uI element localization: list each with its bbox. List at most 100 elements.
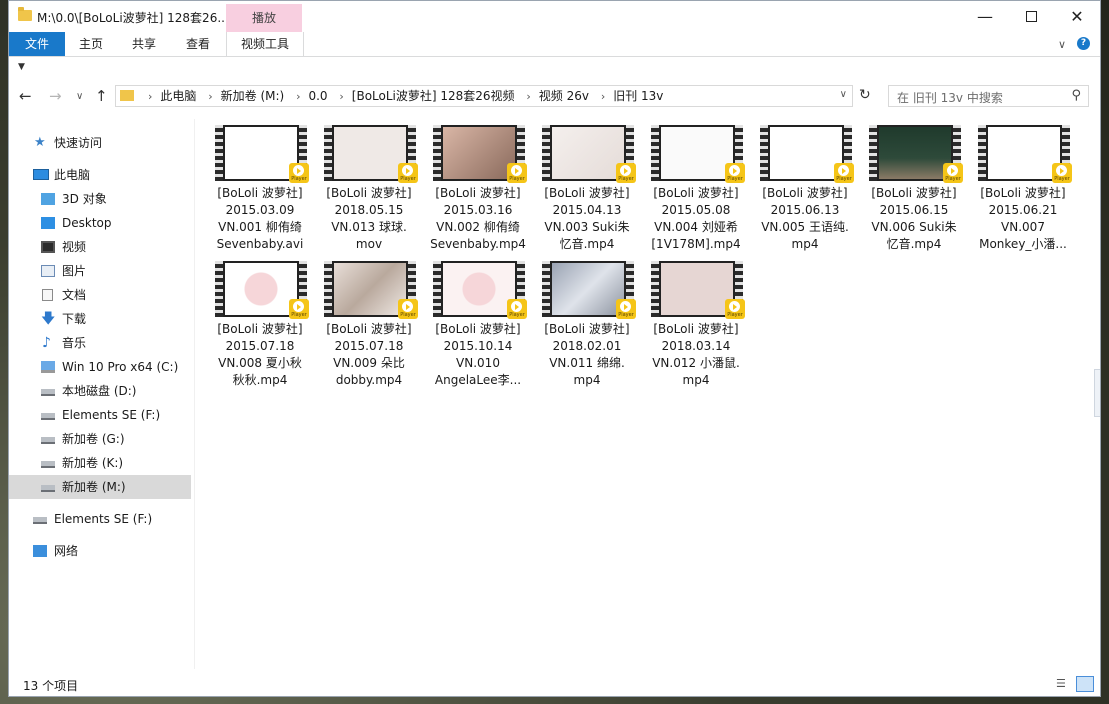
forward-arrow-icon[interactable]: → [49,87,62,105]
sidebar-item-desktop[interactable]: Desktop [9,211,191,235]
minimize-button[interactable]: — [962,1,1008,32]
file-item[interactable]: Player [BoLoli 波萝社] 2018.05.15 VN.013 球球. m… [317,119,421,251]
tab-view[interactable]: 查看 [173,32,223,56]
sidebar-item-documents[interactable]: 文档 [9,283,191,307]
address-dropdown-chevron-icon[interactable]: ∨ [840,89,847,100]
file-item[interactable]: Player [BoLoli 波萝社] 2015.03.16 VN.002 柳侑绮 S… [426,119,530,251]
chevron-right-icon[interactable]: › [208,90,212,103]
sidebar-item-label: 下载 [62,312,87,326]
breadcrumb-0-0[interactable]: 0.0 [308,89,327,103]
drive-icon [41,461,55,468]
maximize-icon [1025,11,1037,22]
folder-icon [18,7,32,21]
tab-share[interactable]: 共享 [119,32,169,56]
details-view-icon[interactable]: ☰ [1056,677,1070,691]
drive-icon [41,485,55,492]
sidebar-item-this-pc[interactable]: 此电脑 [9,163,191,187]
download-arrow-icon: 🡇 [41,311,56,327]
up-arrow-icon[interactable]: ↑ [95,87,108,105]
sidebar-item-label: 文档 [62,288,87,302]
collapse-preview-pane-button[interactable]: ‹ [1094,369,1100,417]
network-icon [33,545,47,557]
player-badge-icon: Player [1052,163,1072,183]
ribbon-tabs: 文件 主页 共享 查看 视频工具 ∨ ? [9,32,1100,57]
recent-locations-chevron-icon[interactable]: ∨ [76,91,83,102]
player-badge-icon: Player [834,163,854,183]
sidebar-item-label: 本地磁盘 (D:) [62,384,137,398]
chevron-right-icon[interactable]: › [601,90,605,103]
file-item[interactable]: Player [BoLoli 波萝社] 2015.05.08 VN.004 刘娅希[… [644,119,748,251]
maximize-button[interactable] [1008,1,1054,32]
refresh-icon[interactable]: ↻ [859,87,871,103]
breadcrumb-drive-m[interactable]: 新加卷 (M:) [221,89,285,103]
help-icon[interactable]: ? [1077,37,1090,50]
breadcrumb-bololi[interactable]: [BoLoLi波萝社] 128套26视频 [352,89,515,103]
sidebar-item-elements-se[interactable]: Elements SE (F:) [9,507,191,531]
tab-home[interactable]: 主页 [67,32,115,56]
sidebar-item-label: 3D 对象 [62,192,107,206]
sidebar-item-downloads[interactable]: 🡇 下载 [9,307,191,331]
player-badge-icon: Player [725,299,745,319]
breadcrumb-this-pc[interactable]: 此电脑 [160,89,196,103]
chevron-right-icon[interactable]: › [339,90,343,103]
sidebar-item-pictures[interactable]: 图片 [9,259,191,283]
search-icon[interactable]: ⚲ [1071,88,1081,103]
file-name: [BoLoli 波萝社] 2015.04.13 VN.003 Suki朱 忆音.mp4 [544,186,630,251]
drive-icon [41,413,55,420]
player-badge-icon: Player [507,299,527,319]
title-bar[interactable]: M:\0.0\[BoLoLi波萝社] 128套26... 播放 — ✕ [9,1,1100,32]
sidebar-item-drive-d[interactable]: 本地磁盘 (D:) [9,379,191,403]
large-icons-view-icon[interactable] [1076,676,1094,692]
drive-icon [41,389,55,396]
sidebar-item-drive-m[interactable]: 新加卷 (M:) [9,475,191,499]
file-item[interactable]: Player [BoLoli 波萝社] 2015.06.21 VN.007 Monke… [971,119,1075,251]
sidebar-item-videos[interactable]: 视频 [9,235,191,259]
windows-drive-icon [41,361,55,373]
search-input[interactable]: 在 旧刊 13v 中搜索 ⚲ [888,85,1089,107]
contextual-tab-play[interactable]: 播放 [226,4,302,32]
chevron-right-icon[interactable]: › [148,90,152,103]
address-bar[interactable]: › 此电脑 › 新加卷 (M:) › 0.0 › [BoLoLi波萝社] 128套26视… [115,85,853,107]
sidebar-item-label: 视频 [62,240,87,254]
sidebar-item-drive-c[interactable]: Win 10 Pro x64 (C:) [9,355,191,379]
search-placeholder: 在 旧刊 13v 中搜索 [897,91,1003,105]
sidebar-item-3d-objects[interactable]: 3D 对象 [9,187,191,211]
sidebar-item-music[interactable]: ♪ 音乐 [9,331,191,355]
expand-ribbon-chevron-icon[interactable]: ∨ [1058,38,1066,51]
address-row: ← → ∨ ↑ › 此电脑 › 新加卷 (M:) › 0.0 › [BoLoLi波萝社]… [9,81,1100,113]
sidebar-item-drive-g[interactable]: 新加卷 (G:) [9,427,191,451]
sidebar-item-label: 图片 [62,264,87,278]
file-item[interactable]: Player [BoLoli 波萝社] 2015.07.18 VN.008 夏小秋秋… [208,255,312,387]
sidebar-item-label: Win 10 Pro x64 (C:) [62,360,179,374]
file-item[interactable]: Player [BoLoli 波萝社] 2015.06.13 VN.005 王语纯.… [753,119,857,251]
sidebar-item-network[interactable]: 网络 [9,539,191,563]
player-badge-icon: Player [398,299,418,319]
file-name: [BoLoli 波萝社] 2018.02.01 VN.011 绵绵. mp4 [544,322,630,387]
file-item[interactable]: Player [BoLoli 波萝社] 2015.04.13 VN.003 Suki… [535,119,639,251]
sidebar-item-drive-k[interactable]: 新加卷 (K:) [9,451,191,475]
chevron-right-icon[interactable]: › [526,90,530,103]
picture-icon [41,265,55,277]
breadcrumb-video-26v[interactable]: 视频 26v [539,89,589,103]
back-arrow-icon[interactable]: ← [19,87,32,105]
breadcrumb-old-13v[interactable]: 旧刊 13v [613,89,663,103]
player-badge-icon: Player [616,299,636,319]
player-badge-icon: Player [398,163,418,183]
close-button[interactable]: ✕ [1054,1,1100,32]
sidebar-item-drive-f[interactable]: Elements SE (F:) [9,403,191,427]
file-item[interactable]: Player [BoLoli 波萝社] 2015.06.15 VN.006 Suki… [862,119,966,251]
file-name: [BoLoli 波萝社] 2015.06.21 VN.007 Monkey_小潘... [979,186,1067,251]
customize-toolbar-icon[interactable]: ▼ [18,62,25,72]
file-item[interactable]: Player [BoLoli 波萝社] 2018.03.14 VN.012 小潘鼠.… [644,255,748,387]
file-item[interactable]: Player [BoLoli 波萝社] 2015.07.18 VN.009 朵比 do… [317,255,421,387]
tab-video-tools[interactable]: 视频工具 [226,32,304,56]
folder-icon [120,90,134,101]
file-item[interactable]: Player [BoLoli 波萝社] 2015.03.09 VN.001 柳侑绮 S… [208,119,312,251]
music-note-icon: ♪ [42,335,51,351]
document-icon [42,289,53,301]
chevron-right-icon[interactable]: › [296,90,300,103]
tab-file[interactable]: 文件 [9,32,65,56]
file-item[interactable]: Player [BoLoli 波萝社] 2015.10.14 VN.010 Angel… [426,255,530,387]
sidebar-item-quick-access[interactable]: ★ 快速访问 [9,131,191,155]
file-item[interactable]: Player [BoLoli 波萝社] 2018.02.01 VN.011 绵绵. m… [535,255,639,387]
